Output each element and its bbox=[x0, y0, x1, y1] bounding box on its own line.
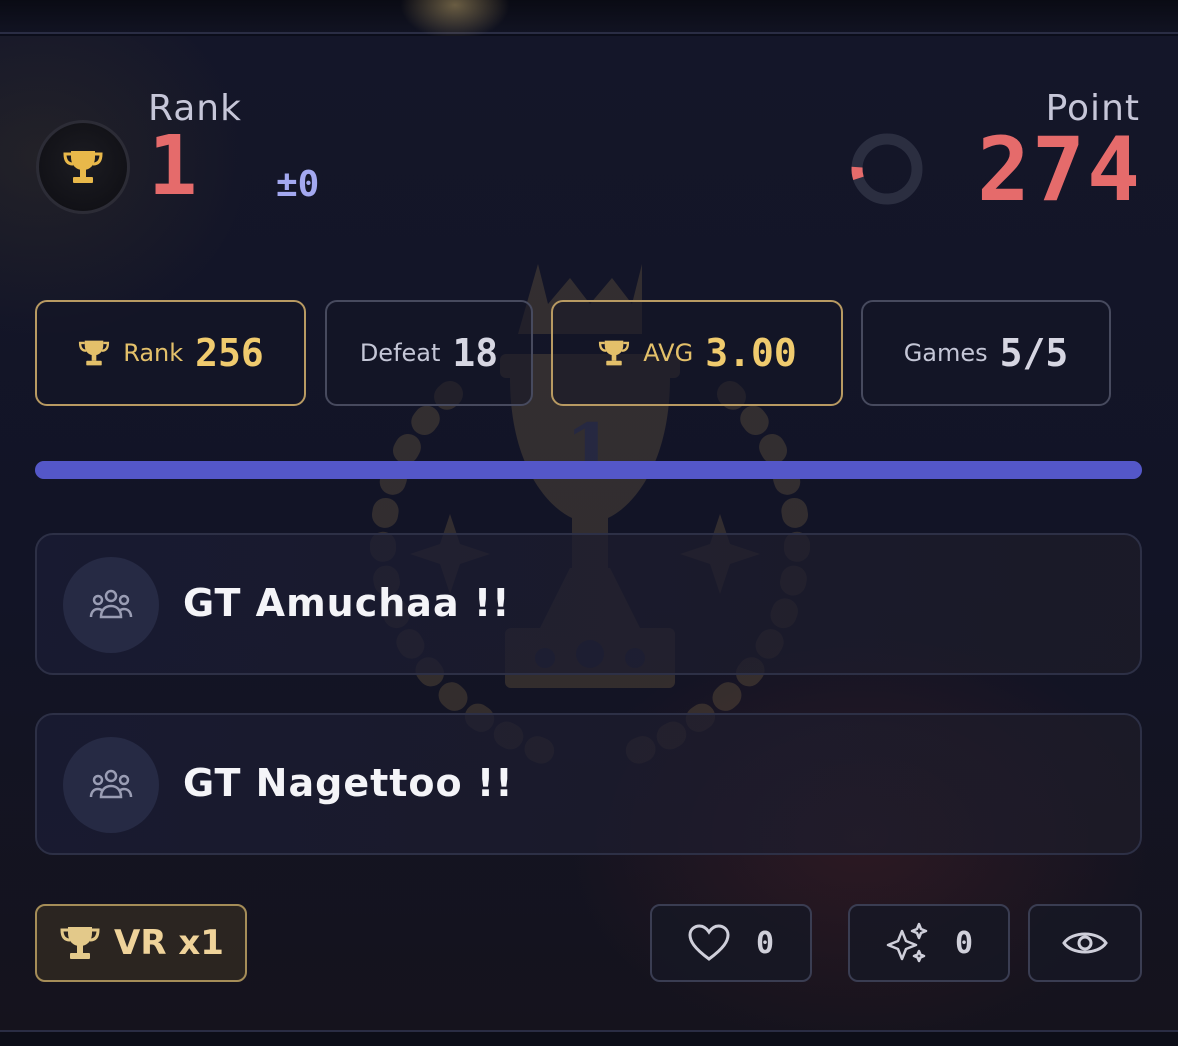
rank-value: 1 bbox=[148, 119, 198, 214]
stat-rank: Rank 256 bbox=[35, 300, 306, 406]
heart-icon bbox=[688, 924, 730, 961]
rank-trophy-badge bbox=[36, 120, 130, 214]
trophy-icon bbox=[599, 340, 630, 366]
stat-rank-label: Rank bbox=[123, 339, 184, 367]
trophy-icon bbox=[60, 927, 100, 959]
stat-defeat-value: 18 bbox=[452, 331, 499, 375]
rank-delta: ±0 bbox=[276, 164, 320, 205]
team-avatar bbox=[63, 557, 159, 653]
sparkles-icon bbox=[886, 922, 928, 963]
trophy-icon bbox=[79, 340, 110, 366]
stat-rank-value: 256 bbox=[195, 331, 264, 375]
vr-label: VR x1 bbox=[114, 923, 224, 963]
trophy-icon bbox=[63, 151, 103, 183]
bottom-bar bbox=[0, 1030, 1178, 1046]
stat-games-value: 5/5 bbox=[999, 331, 1069, 375]
view-button[interactable] bbox=[1028, 904, 1142, 982]
team-row[interactable]: GT Amuchaa !! bbox=[35, 533, 1142, 675]
progress-fill bbox=[35, 461, 1142, 479]
stat-games: Games 5/5 bbox=[861, 300, 1111, 406]
vr-badge: VR x1 bbox=[35, 904, 247, 982]
player-card: 1 Rank 1 ±0 Point 274 Rank 256 Defeat 18… bbox=[0, 36, 1178, 1030]
top-glow bbox=[400, 0, 510, 40]
team-avatar bbox=[63, 737, 159, 833]
progress-bar bbox=[35, 461, 1142, 479]
like-count: 0 bbox=[755, 925, 775, 961]
top-bar bbox=[0, 0, 1178, 40]
like-button[interactable]: 0 bbox=[650, 904, 812, 982]
stat-defeat: Defeat 18 bbox=[325, 300, 533, 406]
group-icon bbox=[89, 589, 133, 619]
stat-avg-value: 3.00 bbox=[705, 331, 797, 375]
team-name: GT Amuchaa !! bbox=[183, 581, 511, 625]
point-value: 274 bbox=[977, 118, 1142, 221]
group-icon bbox=[89, 769, 133, 799]
stat-defeat-label: Defeat bbox=[359, 339, 441, 367]
team-name: GT Nagettoo !! bbox=[183, 761, 514, 805]
sparkle-count: 0 bbox=[954, 925, 974, 961]
point-progress-ring bbox=[851, 133, 923, 205]
stat-avg-label: AVG bbox=[643, 339, 694, 367]
eye-icon bbox=[1062, 932, 1108, 954]
team-row[interactable]: GT Nagettoo !! bbox=[35, 713, 1142, 855]
stat-avg: AVG 3.00 bbox=[551, 300, 843, 406]
stat-games-label: Games bbox=[903, 339, 988, 367]
sparkle-button[interactable]: 0 bbox=[848, 904, 1010, 982]
